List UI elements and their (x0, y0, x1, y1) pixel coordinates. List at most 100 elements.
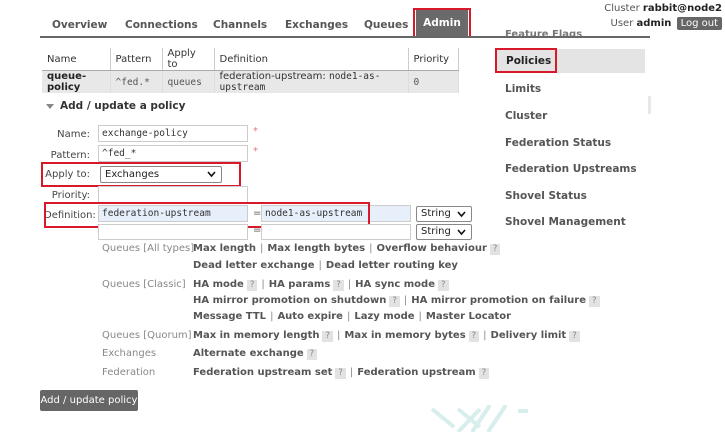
help-link-master-locator[interactable]: Master Locator (426, 311, 511, 322)
sidebar-item-feature-flags[interactable]: Feature Flags (505, 29, 582, 36)
cluster-info: Cluster rabbit@node2 (604, 3, 722, 14)
separator: | (403, 295, 408, 306)
category-queues-quorum: Queues [Quorum] (102, 330, 192, 341)
help-question-icon[interactable]: ? (489, 244, 501, 255)
help-question-icon[interactable]: ? (246, 280, 258, 291)
policy-definition-key: federation-upstream: (219, 71, 326, 82)
help-link-dead-letter-routing-key[interactable]: Dead letter routing key (326, 260, 458, 271)
logout-button[interactable]: Log out (676, 17, 722, 30)
sidebar-item-limits[interactable]: Limits (505, 83, 541, 95)
help-link-federation-upstream-set[interactable]: Federation upstream set (193, 367, 332, 378)
help-question-icon[interactable]: ? (438, 280, 449, 291)
help-link-ha-mode[interactable]: HA mode (193, 279, 244, 290)
help-row-classic-2: HA mirror promotion on shutdown? | HA mirr… (193, 295, 600, 307)
policy-pattern: ^fed.* (110, 70, 163, 93)
separator: | (483, 330, 487, 341)
separator: | (261, 279, 265, 290)
sidebar-item-federation-status[interactable]: Federation Status (505, 137, 611, 149)
separator: | (337, 330, 341, 341)
help-question-icon[interactable]: ? (478, 368, 490, 379)
help-row-federation: Federation upstream set? | Federation upst… (193, 367, 490, 379)
policy-name[interactable]: queue-policy (42, 70, 111, 93)
pattern-input[interactable]: ^fed_* (98, 145, 248, 162)
help-question-icon[interactable]: ? (322, 331, 333, 342)
help-link-max-in-memory-length[interactable]: Max in memory length (193, 330, 319, 341)
separator: | (260, 243, 264, 254)
category-exchanges: Exchanges (102, 348, 157, 359)
help-link-ha-params[interactable]: HA params (269, 279, 331, 290)
help-link-alternate-exchange[interactable]: Alternate exchange (193, 348, 304, 359)
required-mark: * (253, 146, 258, 157)
help-link-auto-expire[interactable]: Auto expire (277, 311, 343, 322)
cluster-label: Cluster (604, 3, 640, 14)
help-link-delivery-limit[interactable]: Delivery limit (491, 330, 567, 341)
help-link-lazy-mode[interactable]: Lazy mode (354, 311, 414, 322)
help-link-dead-letter-exchange[interactable]: Dead letter exchange (193, 260, 315, 271)
table-row[interactable]: queue-policy ^fed.* queues federation-up… (42, 70, 459, 93)
column-header-priority: Priority (408, 48, 459, 71)
sidebar-item-cluster[interactable]: Cluster (505, 110, 547, 122)
required-mark: * (253, 126, 258, 137)
definition-type-select-2[interactable]: String (416, 224, 472, 240)
help-question-icon[interactable]: ? (306, 349, 318, 360)
sidebar-scroll-indicator (648, 96, 651, 114)
tab-channels[interactable]: Channels (213, 19, 267, 31)
tab-queues[interactable]: Queues (364, 19, 408, 31)
column-header-apply-to: Apply to (162, 48, 215, 71)
help-link-max-in-memory-bytes[interactable]: Max in memory bytes (344, 330, 465, 341)
help-question-icon[interactable]: ? (589, 296, 600, 307)
highlight-box-policies (495, 48, 557, 73)
help-question-icon[interactable]: ? (389, 296, 400, 307)
help-link-max-length-bytes[interactable]: Max length bytes (267, 243, 365, 254)
help-link-ha-promotion-failure[interactable]: HA mirror promotion on failure (411, 295, 586, 306)
separator: | (369, 243, 373, 254)
policies-table: Name Pattern Apply to Definition Priorit… (42, 48, 459, 93)
policy-priority: 0 (408, 70, 459, 93)
tab-overview[interactable]: Overview (52, 19, 107, 31)
help-link-message-ttl[interactable]: Message TTL (193, 311, 266, 322)
definition-type-select[interactable]: String (416, 206, 472, 222)
help-link-ha-sync-mode[interactable]: HA sync mode (355, 279, 435, 290)
help-question-icon[interactable]: ? (335, 368, 346, 379)
name-input[interactable]: exchange-policy (98, 125, 248, 142)
definition-type-value: String (421, 226, 451, 237)
tab-exchanges[interactable]: Exchanges (285, 19, 348, 31)
help-link-ha-promotion-shutdown[interactable]: HA mirror promotion on shutdown (193, 295, 386, 306)
help-link-max-length[interactable]: Max length (193, 243, 256, 254)
column-header-definition: Definition (214, 48, 409, 71)
separator: | (346, 311, 351, 322)
help-row-queues-all-2: Dead letter exchange | Dead letter routing… (193, 260, 458, 271)
definition-type-value: String (421, 208, 451, 219)
chevron-down-icon (457, 229, 466, 236)
pattern-label: Pattern: (50, 150, 90, 161)
column-header-pattern: Pattern (110, 48, 163, 71)
separator: | (270, 311, 274, 322)
separator: | (418, 311, 422, 322)
definition-value-input-2[interactable] (261, 224, 411, 240)
highlight-box-admin (413, 8, 471, 38)
category-queues-classic: Queues [Classic] (102, 279, 186, 290)
category-queues-all: Queues [All types] (102, 243, 195, 254)
help-link-federation-upstream[interactable]: Federation upstream (357, 367, 475, 378)
highlight-box-apply-to (41, 162, 241, 187)
help-row-queues-all-1: Max length | Max length bytes | Overflow beh… (193, 243, 501, 255)
collapse-triangle-icon (46, 103, 54, 109)
help-link-overflow-behaviour[interactable]: Overflow behaviour (376, 243, 486, 254)
help-row-quorum: Max in memory length? | Max in memory byte… (193, 330, 580, 342)
add-update-policy-button[interactable]: Add / update policy (40, 390, 138, 411)
tab-connections[interactable]: Connections (125, 19, 198, 31)
sidebar-item-shovel-management[interactable]: Shovel Management (505, 216, 626, 228)
priority-label: Priority: (51, 190, 90, 201)
help-question-icon[interactable]: ? (468, 331, 480, 342)
help-question-icon[interactable]: ? (333, 280, 344, 291)
help-row-exchanges: Alternate exchange? (193, 348, 318, 360)
add-policy-section-toggle[interactable]: Add / update a policy (46, 100, 185, 112)
help-row-classic-1: HA mode? | HA params? | HA sync mode? (193, 279, 449, 291)
priority-input[interactable] (98, 186, 248, 203)
section-title: Add / update a policy (60, 100, 186, 112)
policy-definition: federation-upstream: node1-as-upstream (214, 70, 409, 93)
help-question-icon[interactable]: ? (569, 331, 580, 342)
sidebar-item-shovel-status[interactable]: Shovel Status (505, 190, 587, 202)
sidebar-item-federation-upstreams[interactable]: Federation Upstreams (505, 163, 637, 175)
definition-key-input-2[interactable] (98, 224, 248, 240)
